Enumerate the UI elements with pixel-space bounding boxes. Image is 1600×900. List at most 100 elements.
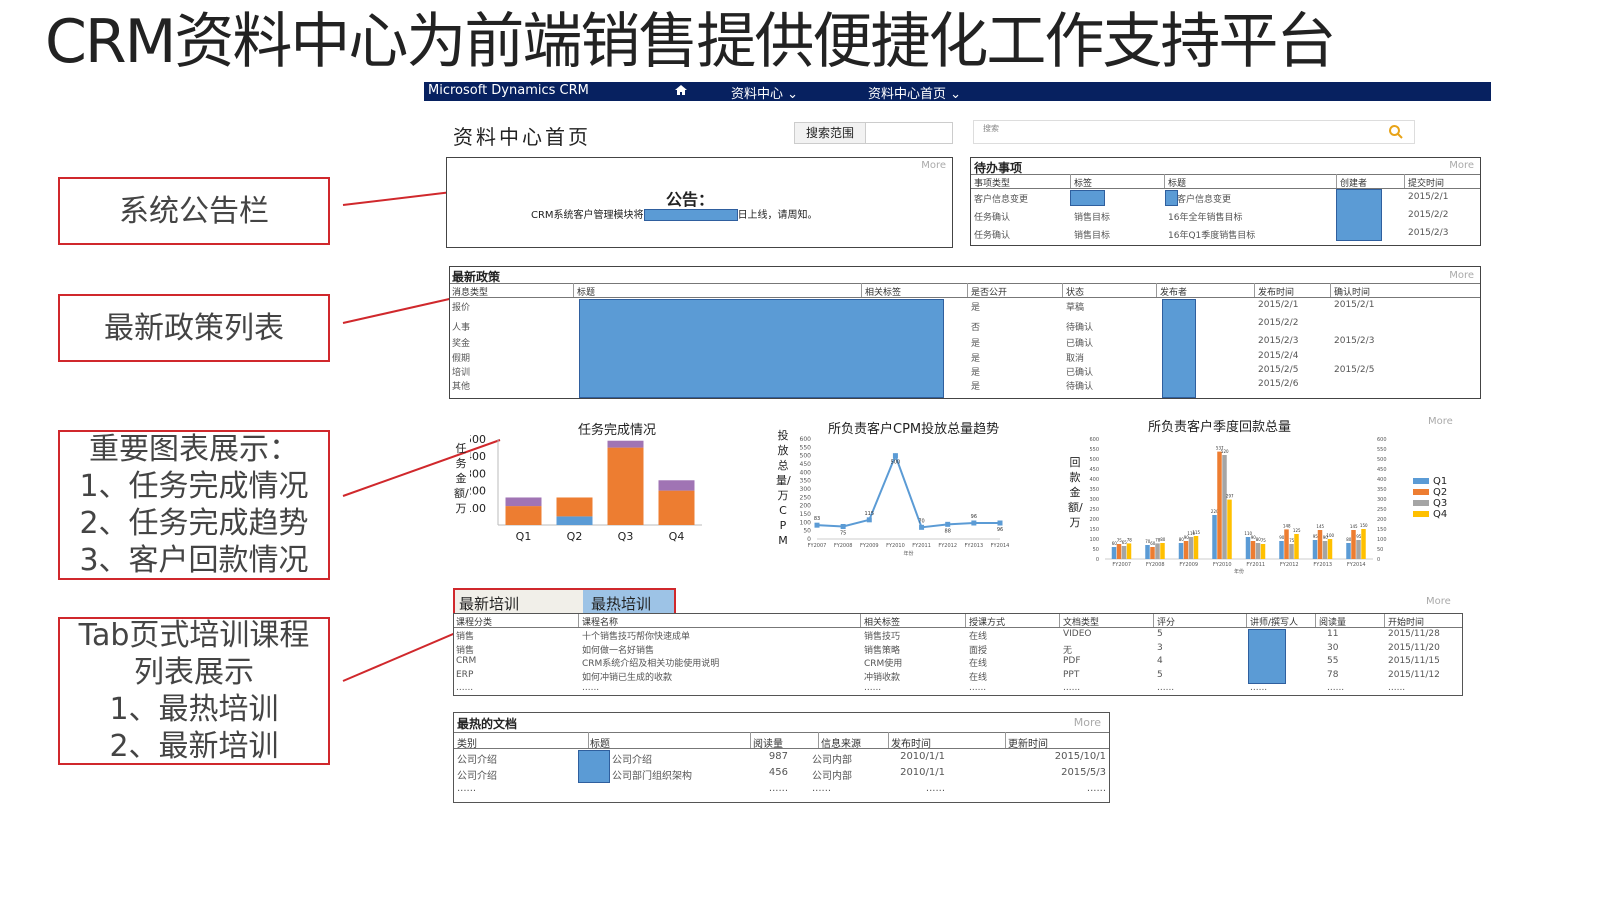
todo-cell: 2015/2/2 xyxy=(1408,210,1449,220)
bar xyxy=(1356,540,1361,559)
policy-col-header: 状态 xyxy=(1066,288,1085,298)
todo-col-header: 提交时间 xyxy=(1408,179,1445,189)
more-link[interactable]: More xyxy=(1426,596,1451,607)
data-label: 500 xyxy=(891,460,901,466)
search-scope[interactable]: 搜索范围 xyxy=(794,122,953,144)
training-cell[interactable]: 如何冲销已生成的收款 xyxy=(582,670,672,683)
docs-cell[interactable]: 公司介绍 xyxy=(612,751,652,766)
training-cell[interactable]: 十个销售技巧帮你快速成单 xyxy=(582,629,690,642)
y-tick-label: 500 xyxy=(1089,457,1099,463)
data-label: 520 xyxy=(1221,449,1229,454)
training-cell: CRM使用 xyxy=(864,659,903,669)
data-label: 75 xyxy=(840,531,846,537)
policy-cell: 是 xyxy=(971,382,981,392)
brand-label[interactable]: Microsoft Dynamics CRM xyxy=(428,83,589,98)
training-col-header: 讲师/撰写人 xyxy=(1250,618,1299,628)
data-point xyxy=(840,524,846,529)
home-icon[interactable] xyxy=(674,84,688,100)
legend-item: Q3 xyxy=(1413,499,1447,509)
legend-label: Q2 xyxy=(1433,487,1448,498)
redaction-block xyxy=(1162,299,1196,398)
training-cell: PPT xyxy=(1063,669,1080,680)
docs-cell: 456 xyxy=(768,767,788,778)
training-cell: 30 xyxy=(1327,642,1339,653)
more-link[interactable]: More xyxy=(1074,716,1101,729)
policy-cell: 待确认 xyxy=(1066,382,1094,392)
policy-cell: 2015/2/4 xyxy=(1258,351,1299,361)
more-link[interactable]: More xyxy=(1449,160,1474,171)
policy-cell: 已确认 xyxy=(1066,339,1094,349)
training-cell: ...... xyxy=(1063,683,1081,693)
training-cell: 销售技巧 xyxy=(864,632,901,642)
training-cell: 4 xyxy=(1157,656,1163,666)
divider xyxy=(1059,614,1060,627)
bar xyxy=(1294,534,1299,559)
y-tick-label: 200 xyxy=(470,485,486,498)
data-point xyxy=(945,521,951,527)
y-tick-label: 150 xyxy=(800,511,812,518)
docs-cell: 2010/1/1 xyxy=(900,767,945,778)
y-tick-label: 600 xyxy=(800,436,812,443)
docs-col-header: 更新时间 xyxy=(1008,739,1048,750)
legend-swatch xyxy=(1413,511,1429,517)
y-tick-label: 250 xyxy=(1089,507,1099,513)
bar xyxy=(1255,543,1261,559)
docs-cell[interactable]: 公司部门组织架构 xyxy=(612,767,692,782)
training-cell[interactable]: CRM系统介绍及相关功能使用说明 xyxy=(582,656,719,669)
docs-col-header: 类别 xyxy=(457,739,477,750)
more-link[interactable]: More xyxy=(1428,416,1453,427)
todo-cell[interactable]: 16年Q1季度销售目标 xyxy=(1168,228,1255,241)
callout-line: 1、任务完成情况 xyxy=(79,469,309,504)
legend-swatch xyxy=(1413,489,1429,495)
menu-resource-home[interactable]: 资料中心首页 ⌄ xyxy=(868,83,961,102)
data-label: 90 xyxy=(1279,535,1285,540)
docs-col-header: 阅读量 xyxy=(753,739,783,750)
data-label: 150 xyxy=(1360,523,1368,528)
search-input[interactable]: 搜索 xyxy=(973,120,1415,144)
y-tick-label: 300 xyxy=(470,467,486,480)
divider xyxy=(1005,732,1006,748)
divider xyxy=(1330,283,1331,297)
x-tick-label: FY2011 xyxy=(1246,562,1265,568)
todo-cell[interactable]: 16年全年销售目标 xyxy=(1168,210,1242,223)
more-link[interactable]: More xyxy=(1449,270,1474,281)
menu-resource-center[interactable]: 资料中心 ⌄ xyxy=(731,83,798,102)
callout-charts: 重要图表展示： 1、任务完成情况 2、任务完成趋势 3、客户回款情况 xyxy=(58,430,330,580)
training-cell: 销售 xyxy=(456,645,475,656)
data-label: 95 xyxy=(1313,534,1319,539)
docs-col-header: 发布时间 xyxy=(891,739,931,750)
x-tick-label: FY2007 xyxy=(1112,562,1131,568)
training-cell: PDF xyxy=(1063,656,1081,666)
todo-cell[interactable]: 客户信息变更 xyxy=(1177,192,1231,205)
chart3-ylabel: 回款金额/万 xyxy=(1068,456,1083,529)
bar-segment xyxy=(505,497,542,507)
bar xyxy=(1178,543,1184,559)
training-cell[interactable]: ...... xyxy=(582,683,599,693)
y-tick-label: 300 xyxy=(800,486,812,493)
bar xyxy=(1250,541,1256,559)
announcement-panel: More 公告： CRM系统客户管理模块将 日上线，请周知。 xyxy=(446,157,953,248)
todo-cell: 销售目标 xyxy=(1074,231,1111,241)
data-label: 100 xyxy=(1326,533,1334,538)
bar xyxy=(1346,543,1351,559)
search-icon[interactable] xyxy=(1388,124,1404,144)
training-cell[interactable]: 如何做一名好销售 xyxy=(582,643,654,656)
data-label: 75 xyxy=(1289,538,1295,543)
training-cell: 5 xyxy=(1157,669,1163,680)
y-tick-label: 0 xyxy=(1096,557,1099,563)
training-cell: 2015/11/15 xyxy=(1388,656,1440,666)
training-cell: ...... xyxy=(969,683,987,693)
callout-bulletin-text: 系统公告栏 xyxy=(119,193,269,229)
policy-col-header: 标题 xyxy=(577,288,596,298)
more-link[interactable]: More xyxy=(921,160,946,171)
policy-cell: 草稿 xyxy=(1066,303,1085,313)
policy-cell: 是 xyxy=(971,339,981,349)
x-tick-label: FY2014 xyxy=(991,543,1010,549)
legend-swatch xyxy=(1413,478,1429,484)
chart2-plot: 05010015020025030035040045050055060083FY… xyxy=(800,436,1010,557)
divider xyxy=(1315,614,1316,627)
bar xyxy=(1193,536,1199,559)
x-tick-label: FY2012 xyxy=(1280,562,1299,568)
training-cell: 78 xyxy=(1327,669,1339,680)
docs-cell: ...... xyxy=(1086,783,1106,794)
